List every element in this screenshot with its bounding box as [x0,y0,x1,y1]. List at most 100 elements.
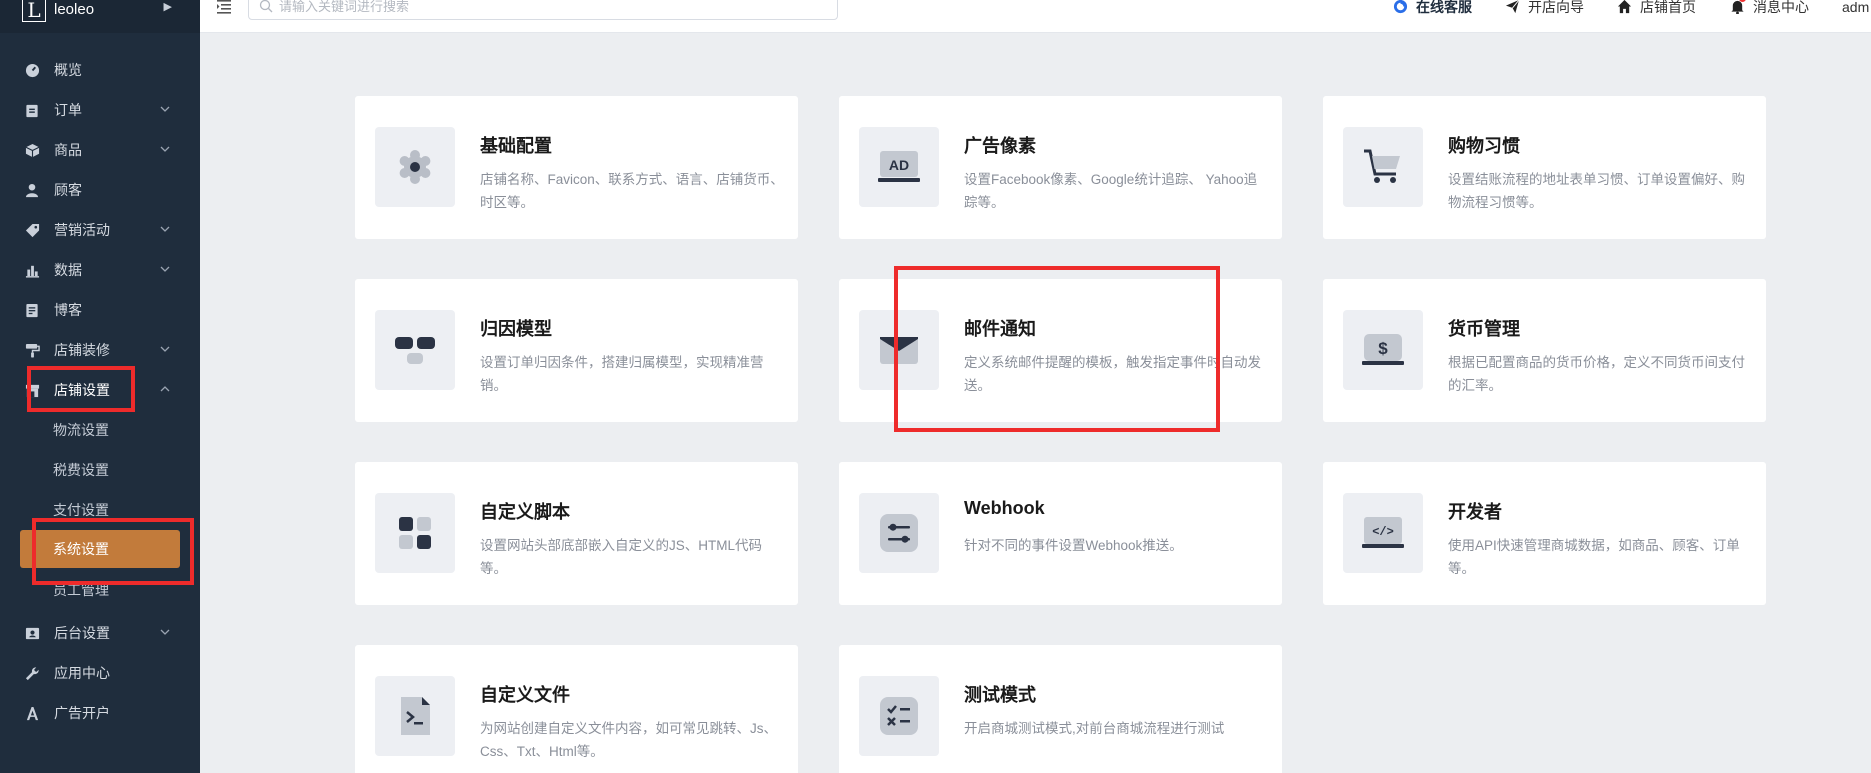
online-support-label: 在线客服 [1416,0,1472,15]
brand-name[interactable]: leoleo [54,1,94,18]
home-icon [1617,0,1632,13]
store-wizard-link[interactable]: 开店向导 [1505,0,1584,15]
blocks-icon [375,493,455,573]
card-attribution-model[interactable]: 归因模型 设置订单归因条件，搭建归属模型，实现精准营销。 [355,279,798,422]
sidebar-item-blog[interactable]: 博客 [0,290,200,330]
ad-monitor-icon: AD [859,127,939,207]
caret-right-icon[interactable]: ▶ [164,0,172,13]
sidebar-subitem-label: 支付设置 [53,502,109,518]
chevron-down-icon [160,266,170,272]
chevron-down-icon [160,226,170,232]
brand-bar: L leoleo ▶ [0,0,200,33]
sidebar-item-label: 顾客 [54,182,82,198]
card-ad-pixels[interactable]: AD 广告像素 设置Facebook像素、Google统计追踪、 Yahoo追踪… [839,96,1282,239]
sidebar-item-customers[interactable]: 顾客 [0,170,200,210]
sidebar-item-admin-settings[interactable]: 后台设置 [0,613,200,653]
card-title: 基础配置 [480,136,552,156]
tag-icon [24,222,40,238]
store-home-link[interactable]: 店铺首页 [1617,0,1696,15]
card-desc: 根据已配置商品的货币价格，定义不同货币间支付的汇率。 [1448,355,1745,393]
chat-bubble-icon [1393,0,1408,13]
card-basic-config[interactable]: 基础配置 店铺名称、Favicon、联系方式、语言、店铺货币、时区等。 [355,96,798,239]
card-title: 邮件通知 [964,319,1036,339]
card-desc: 设置网站头部底部嵌入自定义的JS、HTML代码等。 [480,538,763,576]
store-home-label: 店铺首页 [1640,0,1696,15]
checklist-icon [859,676,939,756]
box-icon [24,142,40,158]
sidebar-subitem-tax[interactable]: 税费设置 [0,450,200,490]
gauge-icon [24,62,40,78]
sidebar-item-label: 订单 [54,102,82,118]
sidebar-subitem-label: 税费设置 [53,462,109,478]
sidebar-subitem-logistics[interactable]: 物流设置 [0,410,200,450]
sidebar-item-products[interactable]: 商品 [0,130,200,170]
card-webhook[interactable]: Webhook 针对不同的事件设置Webhook推送。 [839,462,1282,605]
sidebar-item-label: 商品 [54,142,82,158]
sidebar-subitem-label: 物流设置 [53,422,109,438]
user-menu[interactable]: adm [1842,0,1870,15]
top-bar: 在线客服 开店向导 店铺首页 消息中心 adm [200,0,1871,33]
envelope-icon [859,310,939,390]
document-icon [24,302,40,318]
card-desc: 设置Facebook像素、Google统计追踪、 Yahoo追踪等。 [964,172,1258,210]
store-wizard-label: 开店向导 [1528,0,1584,15]
card-desc: 为网站创建自定义文件内容，如可常见跳转、Js、Css、Txt、Html等。 [480,721,777,759]
card-desc: 开启商城测试模式,对前台商城流程进行测试 [964,721,1225,736]
menu-toggle-icon[interactable] [216,0,232,14]
sidebar-item-overview[interactable]: 概览 [0,50,200,90]
search-box [248,0,838,20]
online-support-link[interactable]: 在线客服 [1393,0,1472,15]
chevron-down-icon [160,629,170,635]
sidebar-item-ad-account[interactable]: 广告开户 [0,693,200,733]
card-desc: 定义系统邮件提醒的模板，触发指定事件时自动发送。 [964,355,1261,393]
card-title: 自定义脚本 [480,502,570,522]
paper-plane-icon [1505,0,1520,13]
card-custom-files[interactable]: 自定义文件 为网站创建自定义文件内容，如可常见跳转、Js、Css、Txt、Htm… [355,645,798,773]
sidebar-item-app-center[interactable]: 应用中心 [0,653,200,693]
card-desc: 针对不同的事件设置Webhook推送。 [964,538,1183,553]
shopping-cart-icon [1343,127,1423,207]
sidebar-item-store-design[interactable]: 店铺装修 [0,330,200,370]
search-input[interactable] [279,0,819,14]
sidebar-item-label: 后台设置 [54,625,110,641]
sidebar-subitem-payment[interactable]: 支付设置 [0,490,200,530]
sidebar-item-label: 广告开户 [54,705,110,721]
sidebar-item-store-settings[interactable]: 店铺设置 [0,370,200,410]
card-shopping-habits[interactable]: 购物习惯 设置结账流程的地址表单习惯、订单设置偏好、购物流程习惯等。 [1323,96,1766,239]
sidebar-item-label: 数据 [54,262,82,278]
chevron-down-icon [160,106,170,112]
card-currency-management[interactable]: $ 货币管理 根据已配置商品的货币价格，定义不同货币间支付的汇率。 [1323,279,1766,422]
terminal-file-icon [375,676,455,756]
sidebar-subitem-label: 系统设置 [53,541,109,557]
user-name: adm [1842,0,1870,15]
card-custom-scripts[interactable]: 自定义脚本 设置网站头部底部嵌入自定义的JS、HTML代码等。 [355,462,798,605]
sidebar-subitem-system-settings[interactable]: 系统设置 [20,530,180,568]
brand-logo[interactable]: L [22,0,46,22]
bell-icon-wrap [1730,0,1746,14]
currency-icon: $ [1343,310,1423,390]
ad-icon [24,705,40,721]
sidebar-item-marketing[interactable]: 营销活动 [0,210,200,250]
card-desc: 店铺名称、Favicon、联系方式、语言、店铺货币、时区等。 [480,172,784,210]
card-title: 归因模型 [480,319,552,339]
sliders-icon [859,493,939,573]
sidebar-item-data[interactable]: 数据 [0,250,200,290]
sidebar-subitem-staff[interactable]: 员工管理 [0,570,200,610]
card-desc: 设置订单归因条件，搭建归属模型，实现精准营销。 [480,355,764,393]
card-desc: 使用API快速管理商城数据，如商品、顾客、订单等。 [1448,538,1740,576]
card-test-mode[interactable]: 测试模式 开启商城测试模式,对前台商城流程进行测试 [839,645,1282,773]
ad-icon-text: AD [889,157,909,173]
id-card-icon [24,625,40,641]
bell-icon [1731,0,1744,14]
code-icon: </> [1343,493,1423,573]
sidebar-item-label: 博客 [54,302,82,318]
sidebar-item-orders[interactable]: 订单 [0,90,200,130]
card-title: 自定义文件 [480,685,570,705]
message-center-link[interactable]: 消息中心 [1730,0,1809,15]
card-developer[interactable]: </> 开发者 使用API快速管理商城数据，如商品、顾客、订单等。 [1323,462,1766,605]
card-title: 测试模式 [964,685,1036,705]
message-center-label: 消息中心 [1753,0,1809,15]
user-icon [24,182,40,198]
card-email-notifications[interactable]: 邮件通知 定义系统邮件提醒的模板，触发指定事件时自动发送。 [839,279,1282,422]
card-title: Webhook [964,498,1045,518]
